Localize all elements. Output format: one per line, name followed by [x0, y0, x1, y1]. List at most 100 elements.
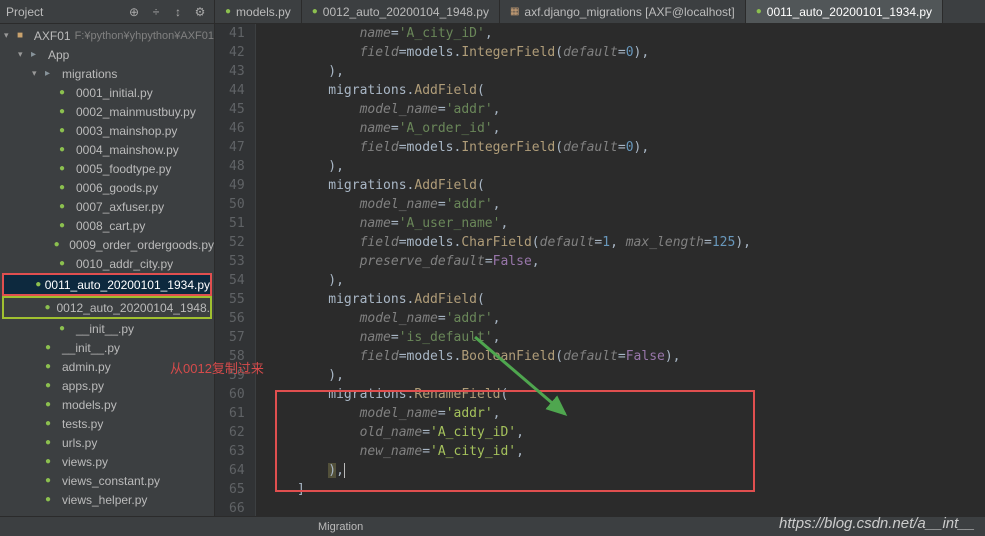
- code-line[interactable]: field=models.CharField(default=1, max_le…: [266, 233, 975, 252]
- python-file-icon: ●: [59, 220, 73, 231]
- tree-file[interactable]: ●tests.py: [0, 414, 214, 433]
- code-line[interactable]: name='A_user_name',: [266, 214, 975, 233]
- code-line[interactable]: model_name='addr',: [266, 404, 975, 423]
- python-file-icon: ●: [45, 418, 59, 429]
- python-file-icon: ●: [59, 201, 73, 212]
- tree-file[interactable]: ●0007_axfuser.py: [0, 197, 214, 216]
- code-line[interactable]: migrations.AddField(: [266, 290, 975, 309]
- tree-file[interactable]: ●models.py: [0, 395, 214, 414]
- tree-file[interactable]: ●0002_mainmustbuy.py: [0, 102, 214, 121]
- code-editor[interactable]: 4142434445464748495051525354555657585960…: [215, 24, 985, 516]
- tree-file[interactable]: ●0003_mainshop.py: [0, 121, 214, 140]
- python-file-icon: ●: [45, 456, 59, 467]
- gear-icon[interactable]: ⚙: [192, 4, 208, 20]
- code-line[interactable]: model_name='addr',: [266, 100, 975, 119]
- code-line[interactable]: name='A_city_iD',: [266, 24, 975, 43]
- python-file-icon: ●: [59, 323, 73, 334]
- tab-label: 0011_auto_20200101_1934.py: [767, 5, 932, 19]
- tree-file[interactable]: ●__init__.py: [0, 319, 214, 338]
- tree-item-label: 0007_axfuser.py: [76, 200, 164, 214]
- tree-file[interactable]: ●0009_order_ordergoods.py: [0, 235, 214, 254]
- code-line[interactable]: ),: [266, 62, 975, 81]
- tree-file[interactable]: ●0008_cart.py: [0, 216, 214, 235]
- tab-label: models.py: [236, 5, 291, 19]
- chevron-down-icon[interactable]: ▾: [32, 68, 42, 79]
- python-file-icon: ●: [45, 342, 59, 353]
- tree-file[interactable]: ●0006_goods.py: [0, 178, 214, 197]
- code-line[interactable]: field=models.IntegerField(default=0),: [266, 43, 975, 62]
- project-tool-header[interactable]: Project ⊕ ÷ ↕ ⚙: [0, 0, 215, 23]
- tree-item-label: 0005_foodtype.py: [76, 162, 171, 176]
- python-file-icon: ●: [59, 182, 73, 193]
- python-file-icon: ●: [59, 106, 73, 117]
- line-number: 60: [229, 385, 245, 404]
- tree-item-label: 0010_addr_city.py: [76, 257, 173, 271]
- code-line[interactable]: field=models.IntegerField(default=0),: [266, 138, 975, 157]
- database-icon: ▦: [510, 6, 519, 17]
- tree-item-label: migrations: [62, 67, 117, 81]
- code-line[interactable]: model_name='addr',: [266, 195, 975, 214]
- tree-file[interactable]: ●0010_addr_city.py: [0, 254, 214, 273]
- tree-file[interactable]: ●views_helper.py: [0, 490, 214, 509]
- tree-folder[interactable]: ▾▸migrations: [0, 64, 214, 83]
- code-line[interactable]: preserve_default=False,: [266, 252, 975, 271]
- target-icon[interactable]: ⊕: [126, 4, 142, 20]
- line-number: 56: [229, 309, 245, 328]
- code-line[interactable]: new_name='A_city_id',: [266, 442, 975, 461]
- breadcrumb-item[interactable]: Migration: [318, 521, 363, 533]
- code-line[interactable]: ),: [266, 157, 975, 176]
- collapse-icon[interactable]: ↕: [170, 4, 186, 20]
- python-file-icon: ●: [45, 399, 59, 410]
- tree-file[interactable]: ●urls.py: [0, 433, 214, 452]
- code-line[interactable]: ]: [266, 480, 975, 499]
- tree-item-label: 0009_order_ordergoods.py: [69, 238, 214, 252]
- tree-folder[interactable]: ▾▸App: [0, 45, 214, 64]
- project-tree-panel[interactable]: ▾■AXF01F:¥python¥yhpython¥AXF01▾▸App▾▸mi…: [0, 24, 215, 516]
- code-line[interactable]: name='A_order_id',: [266, 119, 975, 138]
- divide-icon[interactable]: ÷: [148, 4, 164, 20]
- code-line[interactable]: ),: [266, 271, 975, 290]
- tree-item-label: views_helper.py: [62, 493, 147, 507]
- tree-item-label: 0012_auto_20200104_1948.: [57, 301, 211, 315]
- line-number: 66: [229, 499, 245, 516]
- code-line[interactable]: model_name='addr',: [266, 309, 975, 328]
- tab-label: 0012_auto_20200104_1948.py: [323, 5, 489, 19]
- line-number: 42: [229, 43, 245, 62]
- code-line[interactable]: [266, 499, 975, 516]
- code-line[interactable]: ),: [266, 366, 975, 385]
- editor-tab[interactable]: ●0011_auto_20200101_1934.py: [746, 0, 943, 23]
- tree-item-label: 0008_cart.py: [76, 219, 145, 233]
- code-line[interactable]: name='is_default',: [266, 328, 975, 347]
- chevron-down-icon[interactable]: ▾: [4, 30, 14, 41]
- code-line[interactable]: old_name='A_city_iD',: [266, 423, 975, 442]
- code-line[interactable]: migrations.AddField(: [266, 81, 975, 100]
- python-file-icon: ●: [45, 437, 59, 448]
- editor-tab[interactable]: ●models.py: [215, 0, 302, 23]
- code-line[interactable]: migrations.AddField(: [266, 176, 975, 195]
- tree-item-label: apps.py: [62, 379, 104, 393]
- tree-file[interactable]: ●0004_mainshow.py: [0, 140, 214, 159]
- tree-item-label: __init__.py: [62, 341, 120, 355]
- tree-file[interactable]: ●apps.py: [0, 376, 214, 395]
- python-file-icon: ●: [59, 87, 73, 98]
- tree-item-label: models.py: [62, 398, 117, 412]
- tree-file[interactable]: ●0005_foodtype.py: [0, 159, 214, 178]
- tree-file[interactable]: ●__init__.py: [0, 338, 214, 357]
- code-line[interactable]: field=models.BooleanField(default=False)…: [266, 347, 975, 366]
- code-line[interactable]: ),: [266, 461, 975, 480]
- editor-tab[interactable]: ▦axf.django_migrations [AXF@localhost]: [500, 0, 746, 23]
- editor-tab[interactable]: ●0012_auto_20200104_1948.py: [302, 0, 500, 23]
- tree-item-label: AXF01: [34, 29, 71, 43]
- code-content[interactable]: name='A_city_iD', field=models.IntegerFi…: [256, 24, 985, 516]
- module-icon: ■: [17, 30, 31, 41]
- tree-file[interactable]: ●0011_auto_20200101_1934.py: [4, 275, 210, 294]
- line-number: 46: [229, 119, 245, 138]
- tree-file[interactable]: ●0001_initial.py: [0, 83, 214, 102]
- line-number: 64: [229, 461, 245, 480]
- code-line[interactable]: migrations.RenameField(: [266, 385, 975, 404]
- tree-file[interactable]: ●views.py: [0, 452, 214, 471]
- chevron-down-icon[interactable]: ▾: [18, 49, 28, 60]
- tree-file[interactable]: ●views_constant.py: [0, 471, 214, 490]
- tree-file[interactable]: ●0012_auto_20200104_1948.: [4, 298, 210, 317]
- tree-folder[interactable]: ▾■AXF01F:¥python¥yhpython¥AXF01: [0, 26, 214, 45]
